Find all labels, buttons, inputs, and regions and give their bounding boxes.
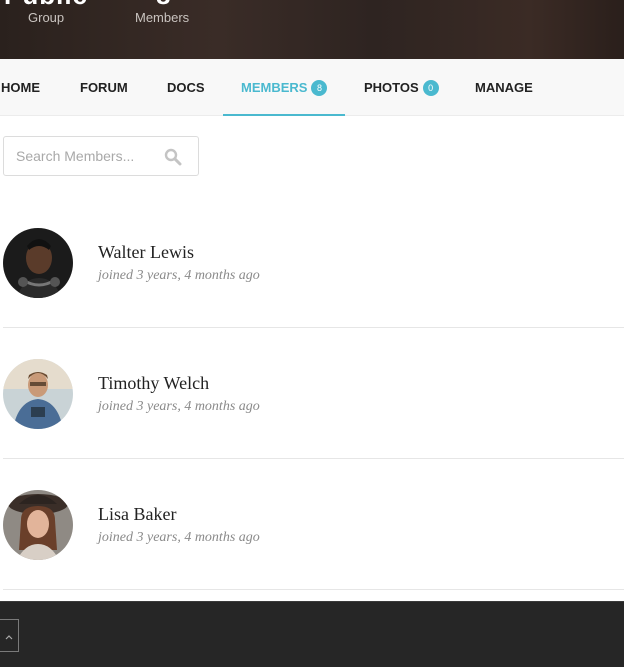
member-avatar[interactable] <box>3 228 73 298</box>
chevron-up-icon <box>5 627 13 645</box>
tab-members-label: Members <box>241 80 308 95</box>
tab-members[interactable]: Members 8 <box>222 59 347 116</box>
tab-photos[interactable]: Photos 0 <box>364 59 439 116</box>
member-list-item: Timothy Welch joined 3 years, 4 months a… <box>3 328 624 459</box>
tab-manage[interactable]: Manage <box>475 59 533 116</box>
site-footer <box>0 601 624 667</box>
member-name-link[interactable]: Walter Lewis <box>98 242 194 263</box>
tab-photos-label: Photos <box>364 80 419 95</box>
tab-docs[interactable]: Docs <box>167 59 205 116</box>
members-count-badge: 8 <box>311 79 328 96</box>
group-nav: Home Forum Docs Members 8 Photos 0 Manag… <box>0 59 624 116</box>
tab-home-label: Home <box>1 80 40 95</box>
member-search-box <box>3 136 199 176</box>
member-list-item: Lisa Baker joined 3 years, 4 months ago <box>3 459 624 590</box>
photos-count-badge: 0 <box>422 79 439 96</box>
member-avatar[interactable] <box>3 359 73 429</box>
tab-forum[interactable]: Forum <box>80 59 128 116</box>
search-icon[interactable] <box>164 148 182 166</box>
member-joined-date: joined 3 years, 4 months ago <box>98 399 260 414</box>
search-members-input[interactable] <box>4 137 154 175</box>
tab-manage-label: Manage <box>475 80 533 95</box>
member-joined-date: joined 3 years, 4 months ago <box>98 530 260 545</box>
member-joined-date: joined 3 years, 4 months ago <box>98 268 260 283</box>
tab-home[interactable]: Home <box>1 59 40 116</box>
member-list-item: Walter Lewis joined 3 years, 4 months ag… <box>3 197 624 328</box>
tab-docs-label: Docs <box>167 80 205 95</box>
group-header-banner: Public 8 Group Members <box>0 0 624 59</box>
member-avatar[interactable] <box>3 490 73 560</box>
member-name-link[interactable]: Timothy Welch <box>98 373 209 394</box>
group-stat-label: Group <box>28 10 65 25</box>
tab-forum-label: Forum <box>80 80 128 95</box>
back-to-top-button[interactable] <box>0 619 19 652</box>
members-stat-label: Members <box>135 10 190 25</box>
member-name-link[interactable]: Lisa Baker <box>98 504 176 525</box>
